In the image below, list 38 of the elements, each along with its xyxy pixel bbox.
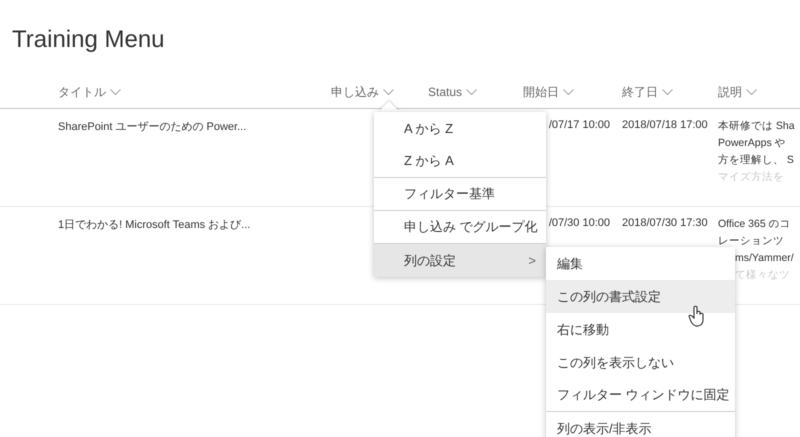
title-cell[interactable]: 1日でわかる! Microsoft Teams および... [58,219,250,231]
column-header[interactable]: 終了日 [622,84,658,100]
description-line: 本研修では Sha [718,119,796,133]
description-line: 方を理解し、 S [718,153,795,167]
menu-item[interactable]: フィルター基準 [374,178,546,211]
menu-item[interactable]: 列の設定 > [374,244,546,277]
description-line: ms/Yammer/ [734,251,795,265]
description-line: Office 365 のコ [718,217,792,231]
menu-item[interactable]: 編集 [546,247,735,280]
menu-item[interactable]: この列を表示しない [546,346,735,379]
menu-item[interactable]: 列の表示/非表示 [546,412,735,437]
description-line: レーションツ [718,234,785,248]
column-header[interactable]: 開始日 [523,84,559,100]
chevron-down-icon [746,88,757,96]
chevron-down-icon [563,88,574,96]
start-date-cell: /07/30 10:00 [548,217,610,229]
chevron-down-icon [662,88,673,96]
menu-item[interactable]: フィルター ウィンドウに固定 [546,379,735,412]
description-line: PowerApps や [718,136,787,150]
menu-item[interactable]: Z から A [374,145,546,178]
title-cell[interactable]: SharePoint ユーザーのための Power... [58,121,246,133]
column-header[interactable]: 説明 [718,84,742,100]
chevron-right-icon: > [528,253,536,268]
start-date-cell: /07/17 10:00 [548,119,610,131]
menu-item[interactable]: この列の書式設定 [546,280,735,313]
page-title: Training Menu [11,25,166,55]
column-header[interactable]: Status [428,85,462,99]
end-date-cell: 2018/07/30 17:30 [622,217,708,229]
hand-cursor-icon [688,305,706,327]
column-header[interactable]: タイトル [58,84,106,100]
menu-item[interactable]: 右に移動 [546,313,735,346]
chevron-down-icon [466,88,478,96]
chevron-down-icon [110,88,121,96]
menu-item[interactable]: 申し込み でグループ化 [374,211,546,244]
column-header[interactable]: 申し込み [331,84,379,100]
chevron-down-icon [383,88,394,96]
end-date-cell: 2018/07/18 17:00 [622,119,708,131]
menu-item[interactable]: A から Z [374,112,546,145]
